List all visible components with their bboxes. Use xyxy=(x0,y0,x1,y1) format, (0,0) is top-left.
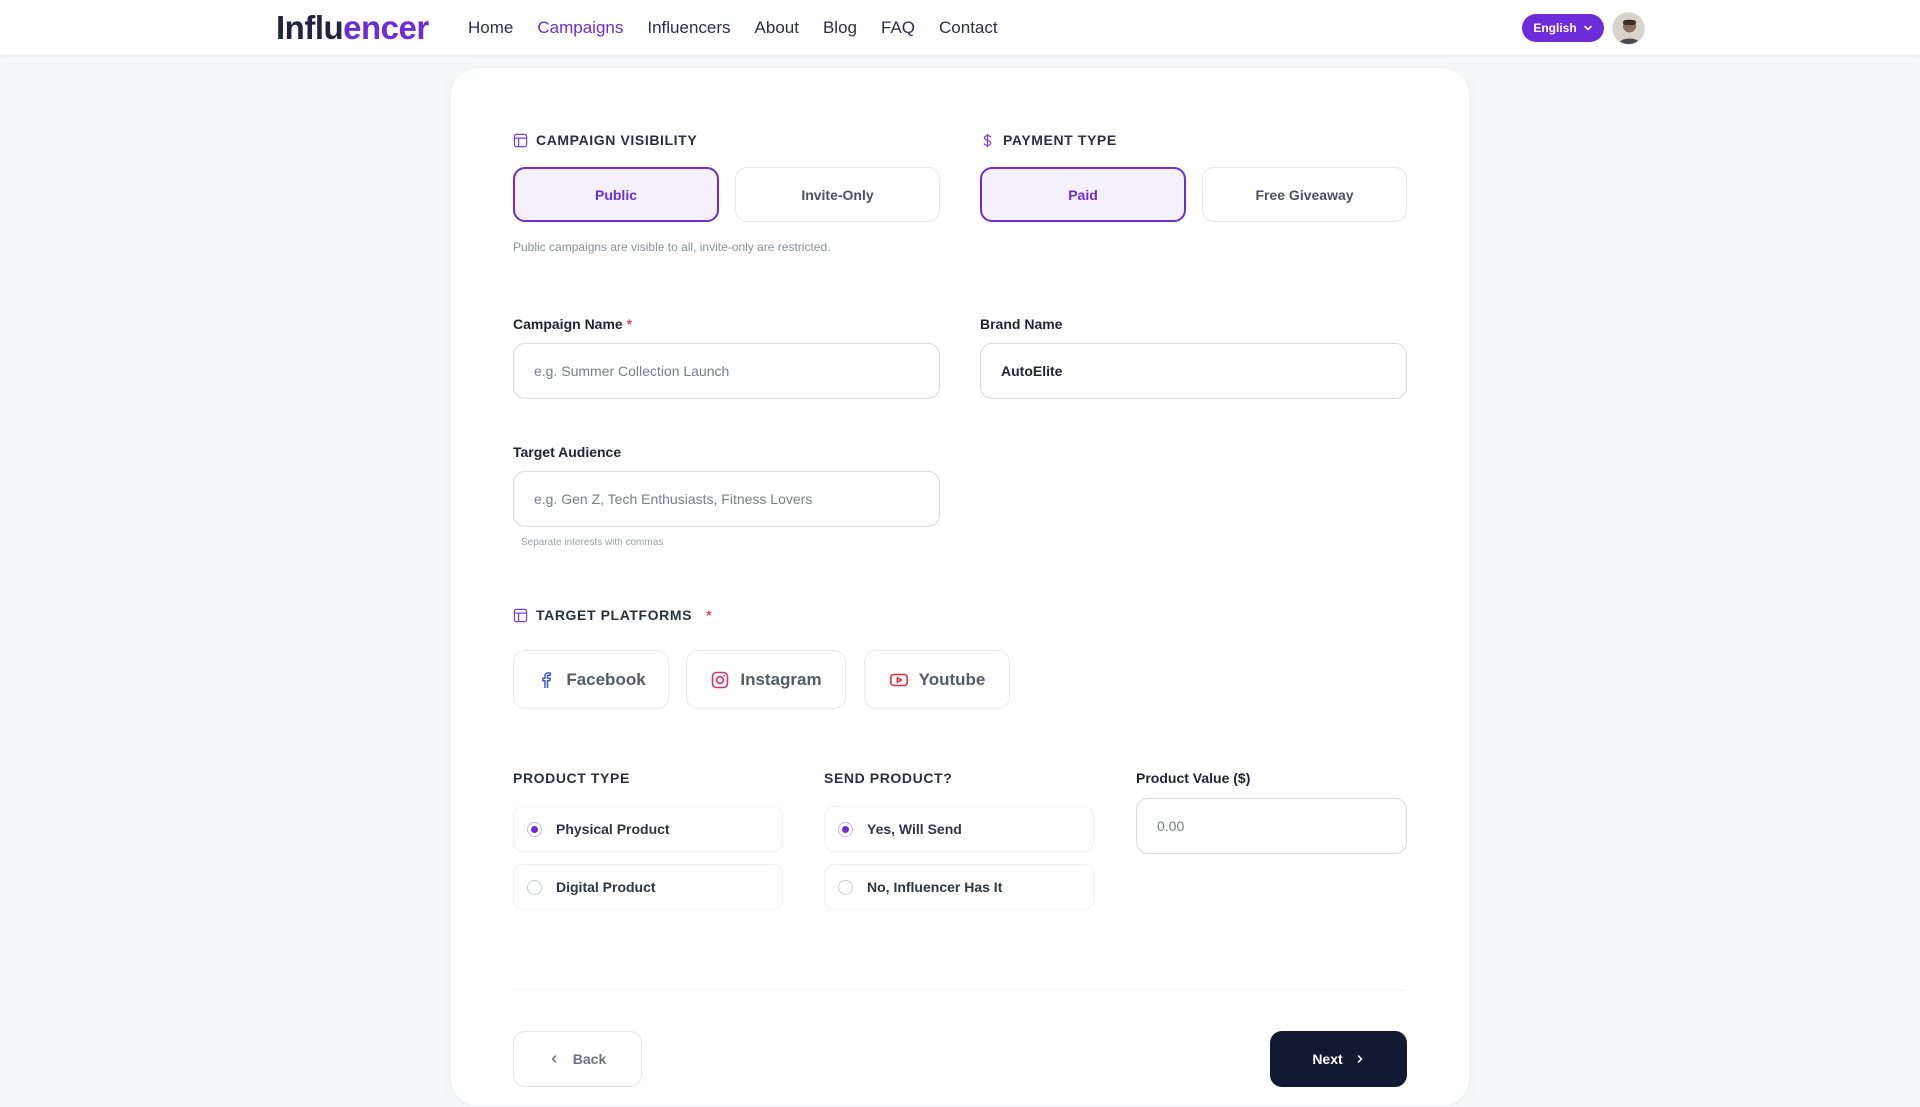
product-type-physical-option[interactable]: Physical Product xyxy=(513,806,783,852)
layout-icon xyxy=(513,133,528,147)
back-button-label: Back xyxy=(572,1051,607,1067)
brand-name-label: Brand Name xyxy=(980,316,1063,332)
language-selector[interactable]: English xyxy=(1522,14,1604,42)
product-type-title: PRODUCT TYPE xyxy=(513,770,630,786)
product-value-input[interactable] xyxy=(1136,798,1407,854)
main-nav: Home Campaigns Influencers About Blog FA… xyxy=(468,18,1022,38)
target-audience-hint: Separate interests with commas xyxy=(521,537,664,548)
platform-facebook-button[interactable]: Facebook xyxy=(513,650,669,709)
product-type-digital-label: Digital Product xyxy=(556,879,656,895)
target-platforms-title: TARGET PLATFORMS * xyxy=(513,607,712,623)
campaign-visibility-title: CAMPAIGN VISIBILITY xyxy=(513,132,697,148)
radio-selected[interactable] xyxy=(527,821,542,837)
nav-campaigns[interactable]: Campaigns xyxy=(537,18,623,38)
logo[interactable]: Influencer xyxy=(276,9,429,47)
next-button[interactable]: Next xyxy=(1270,1031,1407,1087)
visibility-hint: Public campaigns are visible to all, inv… xyxy=(513,240,831,254)
target-audience-label: Target Audience xyxy=(513,444,622,460)
form-divider xyxy=(513,989,1406,990)
chevron-down-icon xyxy=(1583,25,1592,31)
payment-type-title: PAYMENT TYPE xyxy=(980,132,1117,148)
brand-name-input[interactable] xyxy=(980,343,1407,399)
chevron-right-icon xyxy=(1357,1055,1362,1063)
required-mark: * xyxy=(626,316,633,332)
platform-youtube-label: Youtube xyxy=(918,669,986,689)
next-button-label: Next xyxy=(1312,1051,1343,1067)
facebook-icon xyxy=(542,671,552,688)
avatar-image xyxy=(1613,13,1644,44)
radio-selected[interactable] xyxy=(838,821,853,837)
platform-facebook-label: Facebook xyxy=(566,669,646,689)
target-platforms-label: TARGET PLATFORMS xyxy=(536,607,693,623)
nav-influencers[interactable]: Influencers xyxy=(647,18,730,38)
payment-free-giveaway-button[interactable]: Free Giveaway xyxy=(1202,167,1407,222)
youtube-icon xyxy=(889,673,908,686)
radio-unselected[interactable] xyxy=(838,879,853,895)
user-avatar[interactable] xyxy=(1612,12,1645,45)
campaign-form-card xyxy=(450,67,1470,1107)
nav-faq[interactable]: FAQ xyxy=(881,18,915,38)
target-audience-input[interactable] xyxy=(513,471,940,527)
required-mark: * xyxy=(706,607,713,623)
platform-instagram-label: Instagram xyxy=(740,669,822,689)
platform-youtube-button[interactable]: Youtube xyxy=(864,650,1010,709)
layout-icon xyxy=(513,608,528,622)
send-product-yes-label: Yes, Will Send xyxy=(867,821,962,837)
radio-unselected[interactable] xyxy=(527,879,542,895)
visibility-public-button[interactable]: Public xyxy=(513,167,719,222)
nav-contact[interactable]: Contact xyxy=(939,18,998,38)
back-button[interactable]: Back xyxy=(513,1031,642,1087)
product-type-digital-option[interactable]: Digital Product xyxy=(513,864,783,910)
payment-type-label: PAYMENT TYPE xyxy=(1003,132,1117,148)
send-product-title: SEND PRODUCT? xyxy=(824,770,953,786)
visibility-invite-only-button[interactable]: Invite-Only xyxy=(735,167,940,222)
product-type-physical-label: Physical Product xyxy=(556,821,670,837)
top-navbar: Influencer Home Campaigns Influencers Ab… xyxy=(0,0,1920,56)
logo-text-part2: encer xyxy=(343,9,429,46)
platform-instagram-button[interactable]: Instagram xyxy=(686,650,846,709)
instagram-icon xyxy=(712,671,729,688)
campaign-name-label: Campaign Name * xyxy=(513,316,632,332)
send-product-no-label: No, Influencer Has It xyxy=(867,879,1003,895)
campaign-visibility-label: CAMPAIGN VISIBILITY xyxy=(536,132,698,148)
nav-blog[interactable]: Blog xyxy=(823,18,857,38)
logo-text-part1: Influ xyxy=(276,9,344,46)
send-product-no-option[interactable]: No, Influencer Has It xyxy=(824,864,1094,910)
send-product-yes-option[interactable]: Yes, Will Send xyxy=(824,806,1094,852)
dollar-icon xyxy=(983,133,992,147)
nav-about[interactable]: About xyxy=(755,18,799,38)
chevron-left-icon xyxy=(551,1055,557,1063)
nav-home[interactable]: Home xyxy=(468,18,513,38)
payment-paid-button[interactable]: Paid xyxy=(980,167,1186,222)
campaign-name-label-text: Campaign Name xyxy=(513,316,623,332)
product-value-label: Product Value ($) xyxy=(1136,770,1251,786)
campaign-name-input[interactable] xyxy=(513,343,940,399)
language-label: English xyxy=(1533,21,1577,35)
